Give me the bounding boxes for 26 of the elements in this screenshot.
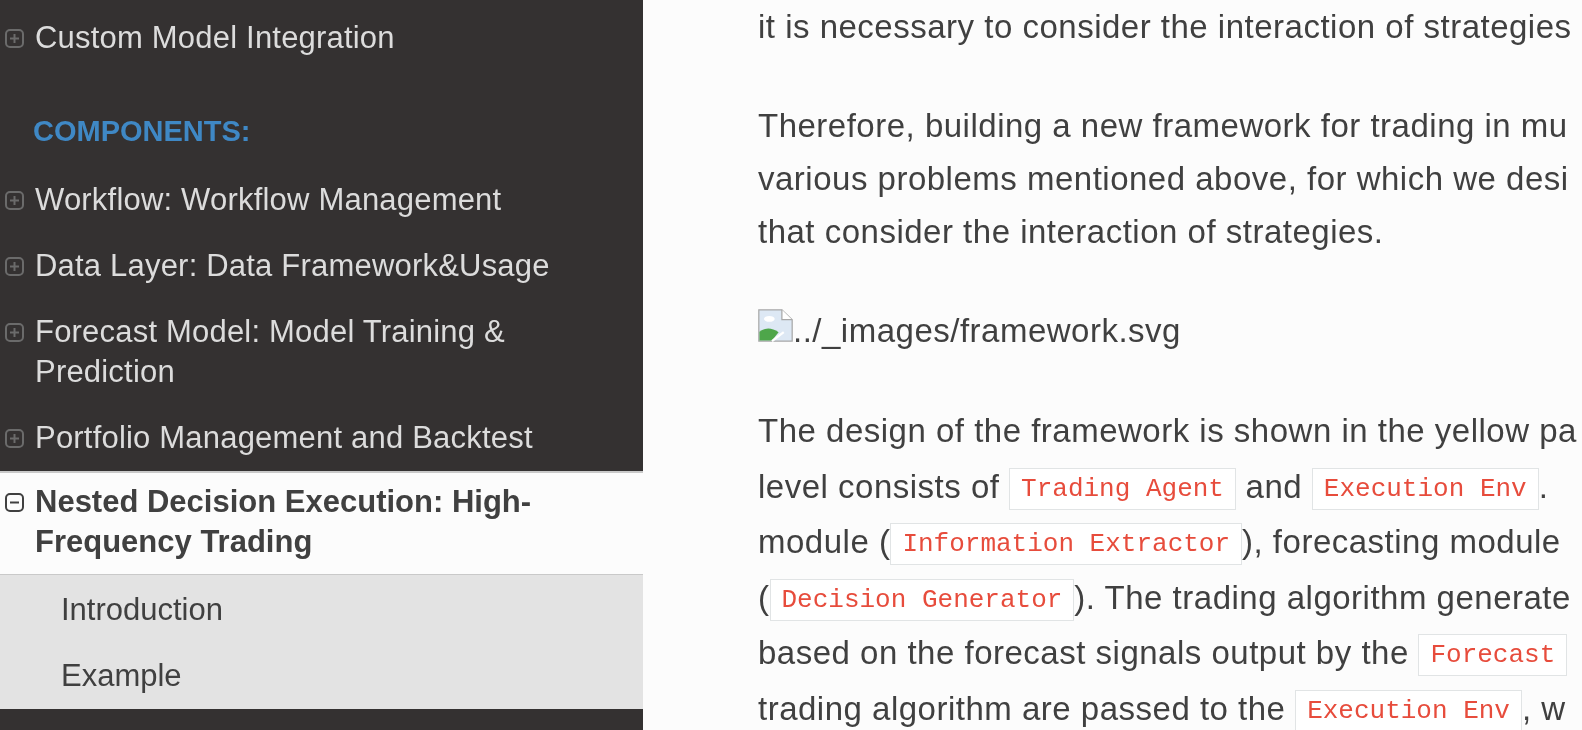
sidebar-item[interactable]: Portfolio Management and Backtest xyxy=(0,405,643,471)
plus-icon[interactable] xyxy=(5,429,24,448)
paragraph: it is necessary to consider the interaction of strategies xyxy=(758,7,1573,47)
section-caption: COMPONENTS: xyxy=(33,114,252,149)
inline-code: Execution Env xyxy=(1295,689,1522,730)
paragraph: Therefore, building a new framework for trading in mu various problems mentioned above, for which we desi that consider the interaction of strategies. xyxy=(758,106,1570,252)
inline-code: Information Extractor xyxy=(890,523,1243,566)
image-alt-text: ../_images/framework.svg xyxy=(793,312,1181,349)
sidebar-item[interactable]: Workflow: Workflow Management xyxy=(0,167,643,233)
inline-code: Execution Env xyxy=(1311,467,1539,510)
inline-code: Decision Generator xyxy=(769,578,1075,621)
sidebar-item[interactable]: Forecast Model: Model Training & Prediction xyxy=(0,299,643,405)
sidebar-item[interactable]: Data Layer: Data Framework&Usage xyxy=(0,233,643,299)
sidebar-subitem[interactable]: Introduction xyxy=(0,575,643,643)
minus-icon[interactable] xyxy=(5,493,24,512)
inline-code: Forecast xyxy=(1418,634,1568,677)
plus-icon[interactable] xyxy=(5,29,24,48)
plus-icon[interactable] xyxy=(5,191,24,210)
inline-code: Trading Agent xyxy=(1009,467,1236,510)
plus-icon[interactable] xyxy=(5,323,24,342)
broken-image-icon xyxy=(758,309,793,342)
plus-icon[interactable] xyxy=(5,257,24,276)
sidebar-item[interactable]: Nested Decision Execution: High-Frequency Trading xyxy=(0,471,643,575)
sidebar-subitem[interactable]: Example xyxy=(0,643,643,709)
paragraph: The design of the framework is shown in the yellow pa level consists of Trading Agent and Execution Env . module ( Information Extractor ), forecasting module ( Decision Generator ). The trading algorithm generate based on the forecast signals output by the Forecast trading algorithm are passed to the Execution Env , w xyxy=(758,403,1582,730)
sidebar-item[interactable]: Custom Model Integration xyxy=(0,5,643,71)
